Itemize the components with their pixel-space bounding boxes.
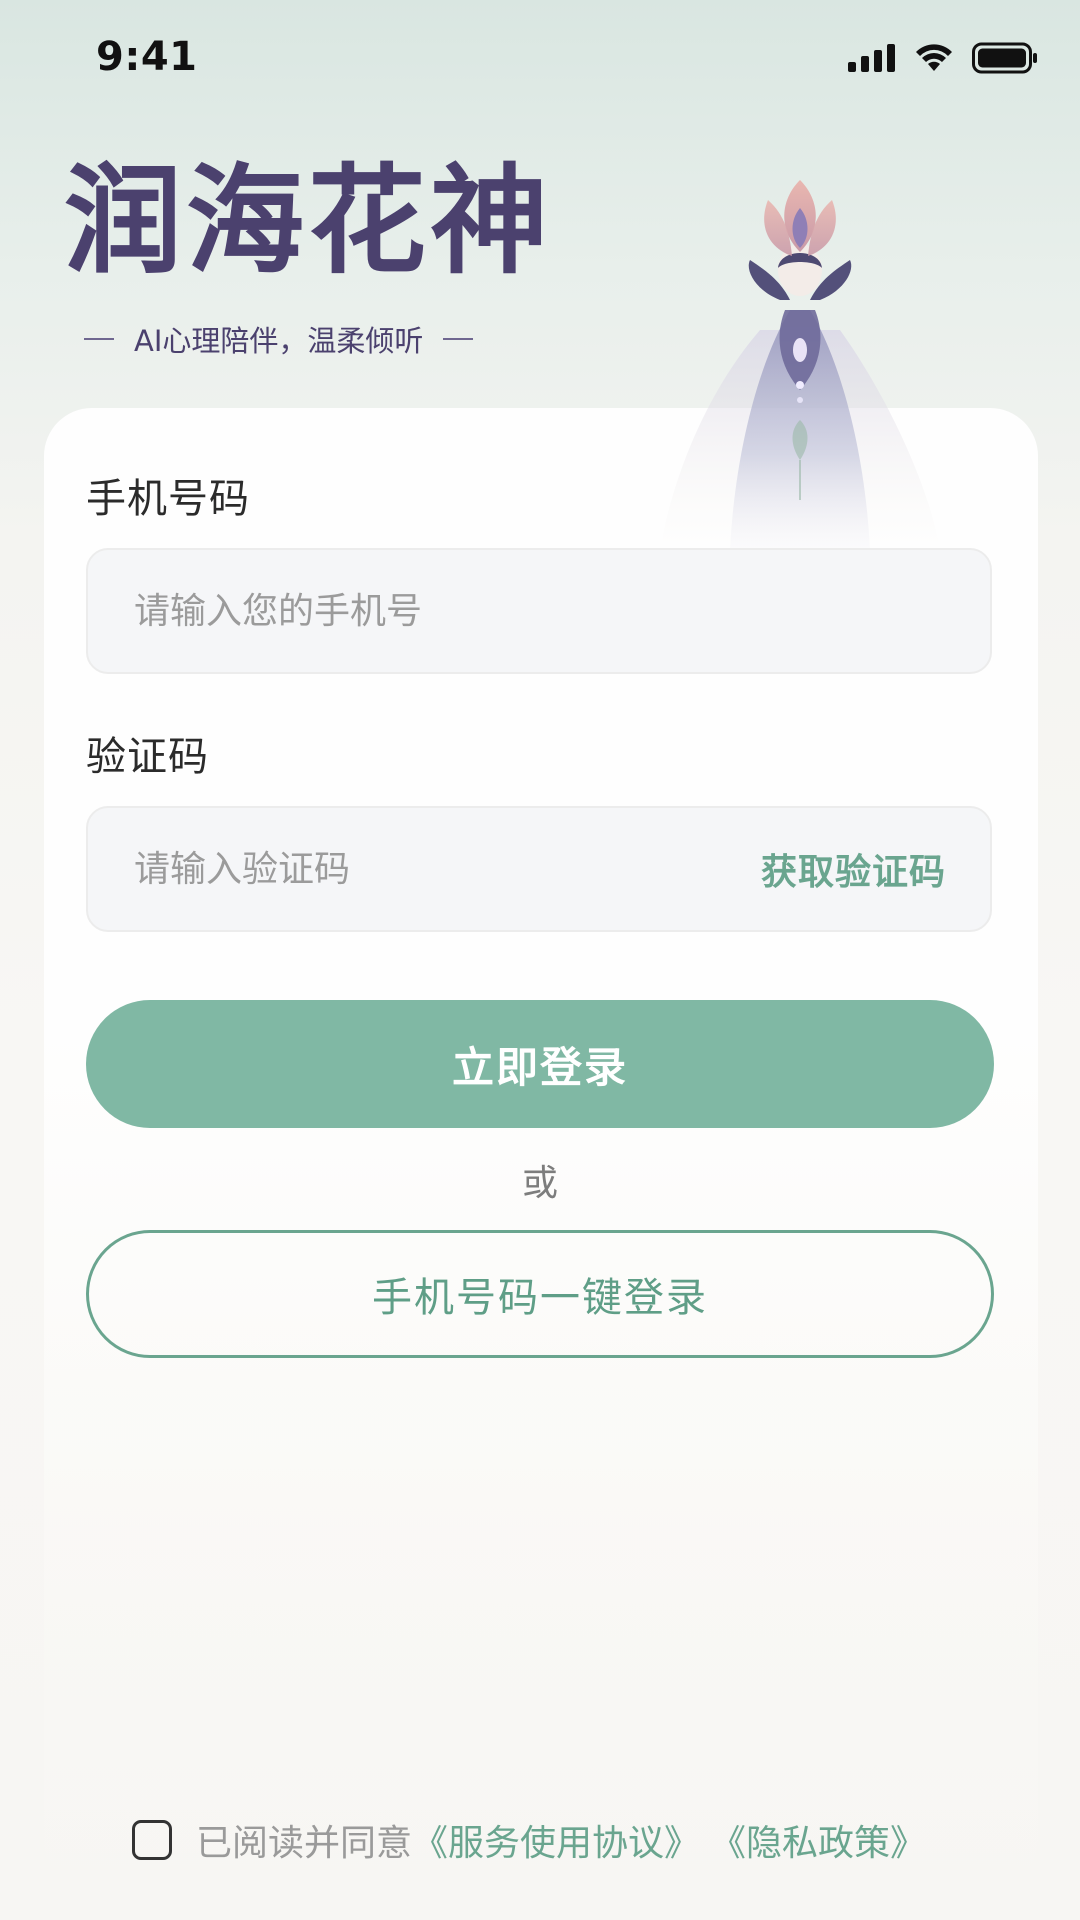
code-input[interactable] (132, 847, 761, 891)
phone-input[interactable] (132, 589, 946, 633)
signal-icon (848, 44, 895, 72)
subtitle-text: AI心理陪伴，温柔倾听 (134, 324, 424, 358)
subtitle-dash-left (84, 338, 114, 340)
code-input-box[interactable]: 获取验证码 (86, 806, 992, 932)
get-code-button[interactable]: 获取验证码 (761, 843, 946, 895)
code-label: 验证码 (86, 734, 209, 780)
privacy-link[interactable]: 《隐私政策》 (710, 1814, 926, 1866)
agreement-prefix: 已阅读并同意 (196, 1823, 413, 1864)
app-title: 润海花神 (64, 152, 553, 290)
app-subtitle: AI心理陪伴，温柔倾听 (84, 318, 474, 360)
status-time: 9:41 (96, 34, 198, 80)
battery-icon (972, 42, 1037, 74)
subtitle-dash-right (443, 338, 474, 340)
login-button[interactable]: 立即登录 (86, 1000, 994, 1128)
wifi-icon (916, 44, 952, 71)
agreement-checkbox[interactable] (132, 1820, 172, 1860)
status-icons (848, 42, 1038, 74)
terms-link[interactable]: 《服务使用协议》 (412, 1814, 700, 1866)
agreement-row: 已阅读并同意 《服务使用协议》 《隐私政策》 (132, 1814, 926, 1866)
or-divider-text: 或 (521, 1163, 558, 1204)
phone-label: 手机号码 (86, 476, 250, 522)
phone-input-box[interactable] (86, 548, 992, 674)
one-click-login-button[interactable]: 手机号码一键登录 (86, 1230, 994, 1358)
status-bar: 9:41 (0, 0, 1080, 120)
